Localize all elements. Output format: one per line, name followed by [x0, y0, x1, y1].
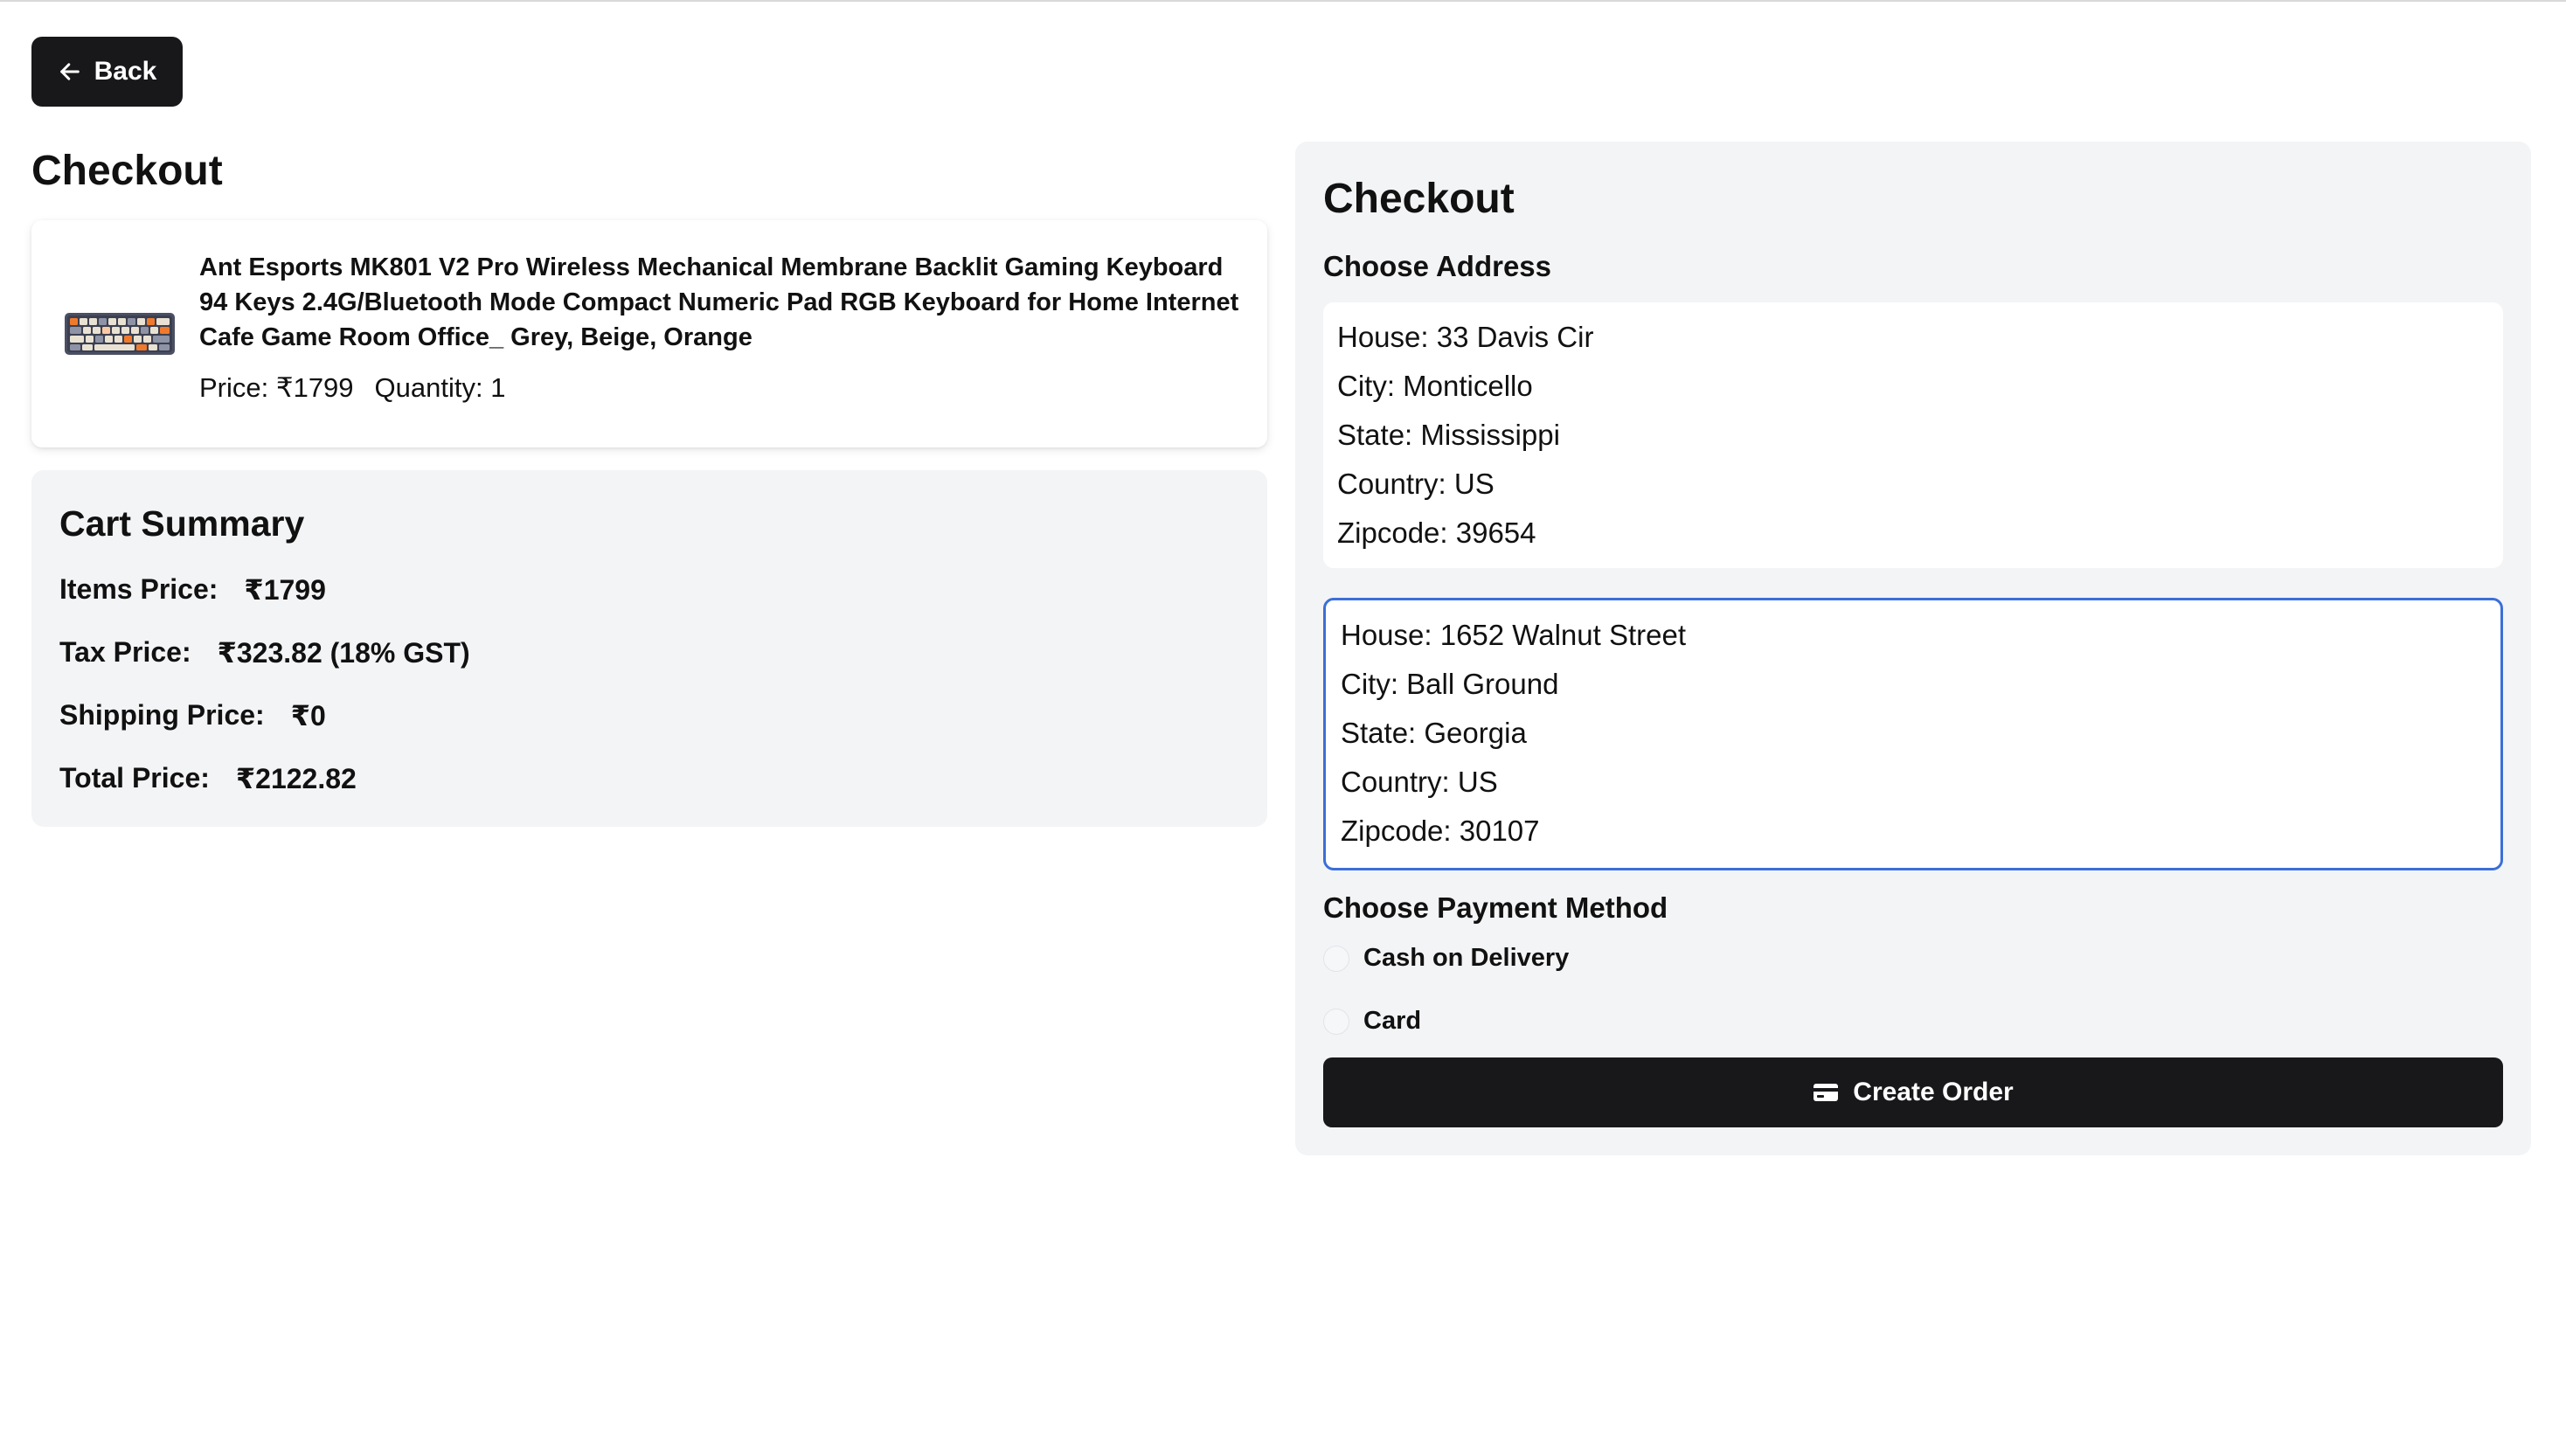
- payment-option-card[interactable]: Card: [1323, 1007, 1421, 1036]
- address-zipcode: Zipcode: 39654: [1337, 517, 1536, 549]
- checkout-panel: Checkout Choose Address House: 33 Davis …: [1295, 142, 2531, 1155]
- tax-price-label: Tax Price:: [59, 636, 191, 668]
- shipping-price-label: Shipping Price:: [59, 699, 265, 731]
- cart-item-card: Ant Esports MK801 V2 Pro Wireless Mechan…: [31, 220, 1267, 447]
- address-state: State: Georgia: [1341, 717, 1527, 749]
- items-price-label: Items Price:: [59, 573, 218, 605]
- top-divider: [0, 0, 2566, 2]
- create-order-button[interactable]: Create Order: [1323, 1057, 2503, 1127]
- page-title: Checkout: [31, 148, 223, 194]
- address-house: House: 33 Davis Cir: [1337, 321, 1594, 353]
- items-price-row: Items Price: ₹1799: [59, 573, 326, 607]
- back-button-label: Back: [94, 57, 157, 86]
- address-option-selected[interactable]: House: 1652 Walnut Street City: Ball Gro…: [1323, 598, 2503, 870]
- product-quantity: Quantity: 1: [374, 372, 506, 403]
- total-price-label: Total Price:: [59, 762, 210, 794]
- cart-summary: Cart Summary Items Price: ₹1799 Tax Pric…: [31, 470, 1267, 827]
- address-state: State: Mississippi: [1337, 419, 1560, 451]
- arrow-left-icon: [59, 63, 80, 80]
- card-radio[interactable]: [1323, 1008, 1349, 1035]
- payment-option-cod[interactable]: Cash on Delivery: [1323, 944, 1569, 973]
- items-price-value: ₹1799: [244, 574, 326, 606]
- cart-summary-title: Cart Summary: [59, 503, 305, 544]
- address-city: City: Ball Ground: [1341, 668, 1559, 700]
- cod-label: Cash on Delivery: [1363, 944, 1570, 972]
- product-price: Price: ₹1799: [199, 372, 354, 403]
- address-city: City: Monticello: [1337, 370, 1533, 402]
- total-price-value: ₹2122.82: [235, 763, 357, 794]
- product-meta: Price: ₹1799 Quantity: 1: [199, 371, 505, 406]
- shipping-price-row: Shipping Price: ₹0: [59, 699, 326, 732]
- credit-card-icon: [1814, 1084, 1839, 1101]
- checkout-panel-title: Checkout: [1323, 176, 1515, 222]
- address-zipcode: Zipcode: 30107: [1341, 815, 1540, 847]
- cod-radio[interactable]: [1323, 945, 1349, 972]
- tax-price-row: Tax Price: ₹323.82 (18% GST): [59, 636, 470, 669]
- address-country: Country: US: [1341, 766, 1498, 798]
- address-option[interactable]: House: 33 Davis Cir City: Monticello Sta…: [1323, 302, 2503, 568]
- tax-price-value: ₹323.82 (18% GST): [217, 637, 470, 669]
- product-name: Ant Esports MK801 V2 Pro Wireless Mechan…: [199, 253, 1239, 351]
- shipping-price-value: ₹0: [290, 700, 326, 731]
- create-order-label: Create Order: [1853, 1078, 2014, 1106]
- card-label: Card: [1363, 1007, 1422, 1035]
- choose-payment-label: Choose Payment Method: [1323, 891, 1668, 924]
- total-price-row: Total Price: ₹2122.82: [59, 762, 357, 795]
- address-house: House: 1652 Walnut Street: [1341, 619, 1687, 651]
- back-button[interactable]: Back: [31, 37, 183, 107]
- choose-address-label: Choose Address: [1323, 250, 1552, 282]
- product-image: [65, 313, 175, 355]
- address-country: Country: US: [1337, 468, 1495, 500]
